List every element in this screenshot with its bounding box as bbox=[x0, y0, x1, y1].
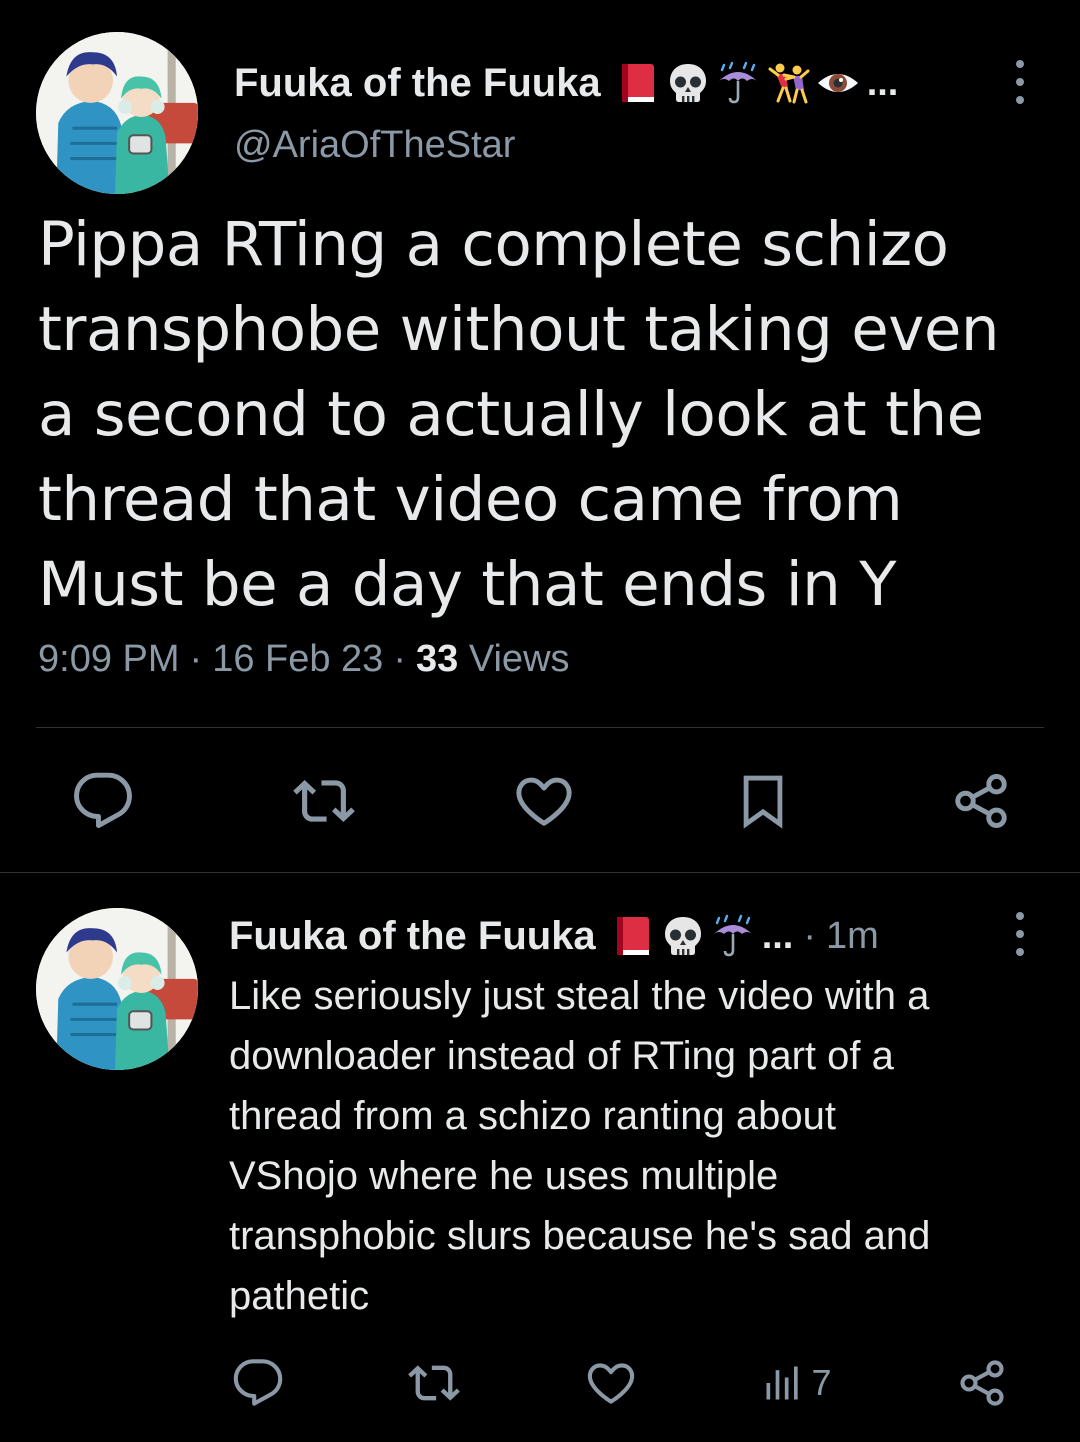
views-icon bbox=[761, 1361, 805, 1405]
reply-action-bar: 7 bbox=[232, 1350, 1008, 1416]
reply-avatar[interactable] bbox=[36, 908, 198, 1070]
name-overflow-ellipsis: ... bbox=[761, 914, 794, 957]
reply-views-button[interactable]: 7 bbox=[761, 1361, 831, 1405]
reply-time-ago[interactable]: 1m bbox=[826, 915, 879, 958]
eye-emoji-icon bbox=[815, 60, 861, 106]
like-icon bbox=[513, 770, 575, 832]
share-icon bbox=[956, 1357, 1008, 1409]
tweet-time[interactable]: 9:09 PM bbox=[38, 638, 180, 681]
reply-tweet-text: Like seriously just steal the video with… bbox=[229, 974, 931, 1318]
umbrella-rain-emoji-icon bbox=[715, 60, 761, 106]
main-handle[interactable]: @AriaOfTheStar bbox=[234, 124, 515, 167]
meta-separator: · bbox=[189, 638, 203, 680]
main-more-options-icon[interactable] bbox=[1014, 60, 1026, 104]
main-display-name[interactable]: Fuuka of the Fuuka bbox=[234, 61, 601, 106]
share-icon bbox=[950, 770, 1012, 832]
like-button[interactable] bbox=[513, 770, 575, 832]
bookmark-icon bbox=[734, 770, 792, 832]
name-overflow-ellipsis: ... bbox=[866, 61, 899, 104]
reply-share-button[interactable] bbox=[956, 1357, 1008, 1409]
retweet-icon bbox=[293, 770, 355, 832]
reply-icon bbox=[232, 1357, 284, 1409]
main-action-bar bbox=[72, 766, 1012, 836]
reply-reply-button[interactable] bbox=[232, 1357, 284, 1409]
book-emoji-icon bbox=[615, 60, 661, 106]
reply-more-options-icon[interactable] bbox=[1014, 912, 1026, 956]
tweet-date[interactable]: 16 Feb 23 bbox=[212, 638, 383, 681]
reply-name-emojis: ... bbox=[610, 913, 794, 959]
reply-separator: · bbox=[803, 914, 817, 957]
reply-display-name[interactable]: Fuuka of the Fuuka bbox=[229, 914, 596, 959]
like-icon bbox=[585, 1357, 637, 1409]
meta-divider bbox=[36, 727, 1044, 728]
reply-retweet-button[interactable] bbox=[408, 1357, 460, 1409]
retweet-icon bbox=[408, 1357, 460, 1409]
skull-emoji-icon bbox=[665, 60, 711, 106]
main-name-emojis: ... bbox=[615, 60, 899, 106]
views-label: Views bbox=[468, 638, 570, 680]
reply-author-row[interactable]: Fuuka of the Fuuka ... · 1m bbox=[229, 908, 879, 964]
retweet-button[interactable] bbox=[293, 770, 355, 832]
views-count-group[interactable]: 33 Views bbox=[416, 638, 570, 681]
book-emoji-icon bbox=[610, 913, 656, 959]
main-tweet-text: Pippa RTing a complete schizo transphobe… bbox=[38, 209, 1000, 620]
dancing-people-emoji-icon bbox=[765, 60, 811, 106]
umbrella-rain-emoji-icon bbox=[710, 913, 756, 959]
share-button[interactable] bbox=[950, 770, 1012, 832]
reply-icon bbox=[72, 770, 134, 832]
main-author-name-row[interactable]: Fuuka of the Fuuka ... bbox=[234, 56, 898, 110]
skull-emoji-icon bbox=[660, 913, 706, 959]
main-tweet-meta: 9:09 PM · 16 Feb 23 · 33 Views bbox=[38, 638, 570, 681]
main-avatar[interactable] bbox=[36, 32, 198, 194]
views-count: 33 bbox=[415, 638, 459, 680]
reply-views-count: 7 bbox=[811, 1362, 832, 1403]
meta-separator: · bbox=[393, 638, 406, 680]
bookmark-button[interactable] bbox=[734, 770, 792, 832]
reply-like-button[interactable] bbox=[585, 1357, 637, 1409]
reply-button[interactable] bbox=[72, 770, 134, 832]
tweet-divider bbox=[0, 872, 1080, 873]
